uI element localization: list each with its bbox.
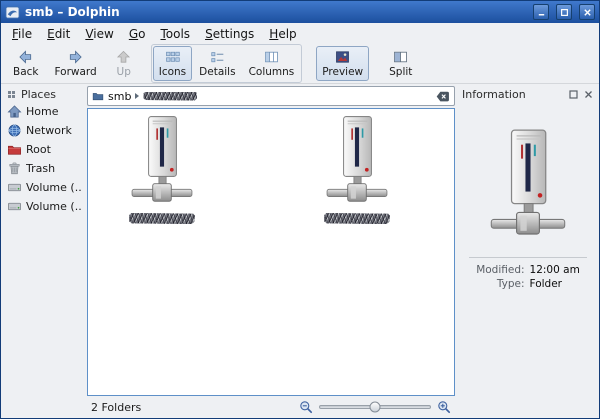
preview-icon: [333, 49, 352, 65]
center-column: smb 2 Folders: [85, 84, 457, 418]
icons-view-icon: [163, 49, 182, 65]
menu-tools[interactable]: Tools: [153, 25, 197, 43]
folder-view[interactable]: [87, 108, 455, 396]
place-item-root[interactable]: Root: [3, 140, 83, 159]
folder-item-1[interactable]: [118, 115, 206, 224]
dolphin-window: smb – Dolphin File Edit View Go Tools Se…: [0, 0, 600, 419]
menu-file[interactable]: File: [5, 25, 39, 43]
information-divider: [469, 257, 588, 258]
network-computer-icon: [131, 115, 193, 210]
place-label: Root: [26, 143, 51, 156]
place-item-home[interactable]: Home: [3, 102, 83, 121]
main-area: Places Home Network Root Trash Volume (.…: [1, 84, 599, 418]
forward-arrow-icon: [66, 49, 85, 65]
up-button[interactable]: Up: [107, 46, 141, 81]
window-title: smb – Dolphin: [25, 5, 526, 19]
split-label: Split: [389, 66, 412, 78]
close-panel-icon[interactable]: [583, 89, 594, 100]
forward-button[interactable]: Forward: [49, 46, 103, 81]
volume-icon: [7, 180, 22, 195]
maximize-button[interactable]: [556, 4, 572, 20]
view-mode-group: Icons Details Columns: [151, 44, 303, 83]
information-panel: Information Modified: 12:00 am Type: Fol…: [457, 84, 599, 418]
columns-view-label: Columns: [249, 66, 295, 78]
zoom-slider-thumb[interactable]: [370, 402, 381, 413]
icons-view-button[interactable]: Icons: [153, 46, 192, 81]
back-arrow-icon: [16, 49, 35, 65]
trash-icon: [7, 161, 22, 176]
menubar: File Edit View Go Tools Settings Help: [1, 23, 599, 44]
place-label: Volume (...: [26, 200, 81, 213]
location-bar[interactable]: smb: [87, 86, 455, 106]
up-label: Up: [117, 66, 131, 78]
modified-value: 12:00 am: [530, 264, 580, 276]
clear-location-icon: [436, 90, 450, 103]
network-computer-icon: [326, 115, 388, 210]
place-label: Trash: [26, 162, 55, 175]
details-view-label: Details: [199, 66, 235, 78]
type-value: Folder: [530, 278, 580, 290]
dolphin-app-icon: [5, 5, 20, 20]
places-panel-header: Places: [3, 86, 83, 102]
close-button[interactable]: [579, 4, 595, 20]
place-label: Volume (...: [26, 181, 81, 194]
icons-view-label: Icons: [159, 66, 186, 78]
places-panel-title: Places: [21, 88, 56, 101]
zoom-slider[interactable]: [319, 405, 431, 409]
zoom-in-icon[interactable]: [437, 400, 451, 414]
menu-edit[interactable]: Edit: [40, 25, 77, 43]
places-panel: Places Home Network Root Trash Volume (.…: [1, 84, 85, 418]
place-label: Network: [26, 124, 72, 137]
menu-view[interactable]: View: [78, 25, 120, 43]
zoom-out-icon[interactable]: [299, 400, 313, 414]
breadcrumb-separator-icon: [135, 93, 139, 99]
details-view-icon: [208, 49, 227, 65]
menu-settings[interactable]: Settings: [198, 25, 261, 43]
preview-button[interactable]: Preview: [316, 46, 369, 81]
home-icon: [7, 104, 22, 119]
up-arrow-icon: [114, 49, 133, 65]
breadcrumb-smb[interactable]: smb: [108, 90, 131, 103]
place-item-trash[interactable]: Trash: [3, 159, 83, 178]
root-folder-icon: [7, 142, 22, 157]
place-item-network[interactable]: Network: [3, 121, 83, 140]
statusbar: 2 Folders: [85, 396, 457, 418]
type-label: Type:: [476, 278, 524, 290]
split-view-icon: [391, 49, 410, 65]
back-label: Back: [13, 66, 39, 78]
menu-go[interactable]: Go: [122, 25, 153, 43]
columns-view-button[interactable]: Columns: [243, 46, 301, 81]
volume-icon: [7, 199, 22, 214]
split-button[interactable]: Split: [383, 46, 418, 81]
details-view-button[interactable]: Details: [193, 46, 241, 81]
menu-help[interactable]: Help: [262, 25, 303, 43]
minimize-button[interactable]: [533, 4, 549, 20]
place-item-volume-1[interactable]: Volume (...: [3, 178, 83, 197]
preview-label: Preview: [322, 66, 363, 78]
information-panel-header: Information: [459, 86, 597, 102]
forward-label: Forward: [55, 66, 97, 78]
information-body: Modified: 12:00 am Type: Folder: [459, 102, 597, 416]
place-item-volume-2[interactable]: Volume (...: [3, 197, 83, 216]
clear-location-button[interactable]: [436, 90, 450, 103]
network-icon: [7, 123, 22, 138]
panel-handle-icon[interactable]: [6, 89, 17, 100]
titlebar[interactable]: smb – Dolphin: [1, 1, 599, 23]
back-button[interactable]: Back: [7, 46, 45, 81]
information-details: Modified: 12:00 am Type: Folder: [476, 264, 580, 290]
folder-label-obscured: [129, 213, 195, 224]
folder-label-obscured: [324, 213, 390, 224]
status-summary: 2 Folders: [91, 401, 141, 414]
toolbar: Back Forward Up Icons: [1, 44, 599, 84]
place-label: Home: [26, 105, 58, 118]
columns-view-icon: [262, 49, 281, 65]
breadcrumb-obscured-label[interactable]: [143, 92, 197, 101]
network-computer-preview-icon: [490, 128, 566, 245]
information-panel-title: Information: [462, 88, 526, 101]
location-folder-icon: [92, 90, 104, 102]
folder-item-2[interactable]: [313, 115, 401, 224]
modified-label: Modified:: [476, 264, 524, 276]
float-panel-icon[interactable]: [568, 89, 579, 100]
